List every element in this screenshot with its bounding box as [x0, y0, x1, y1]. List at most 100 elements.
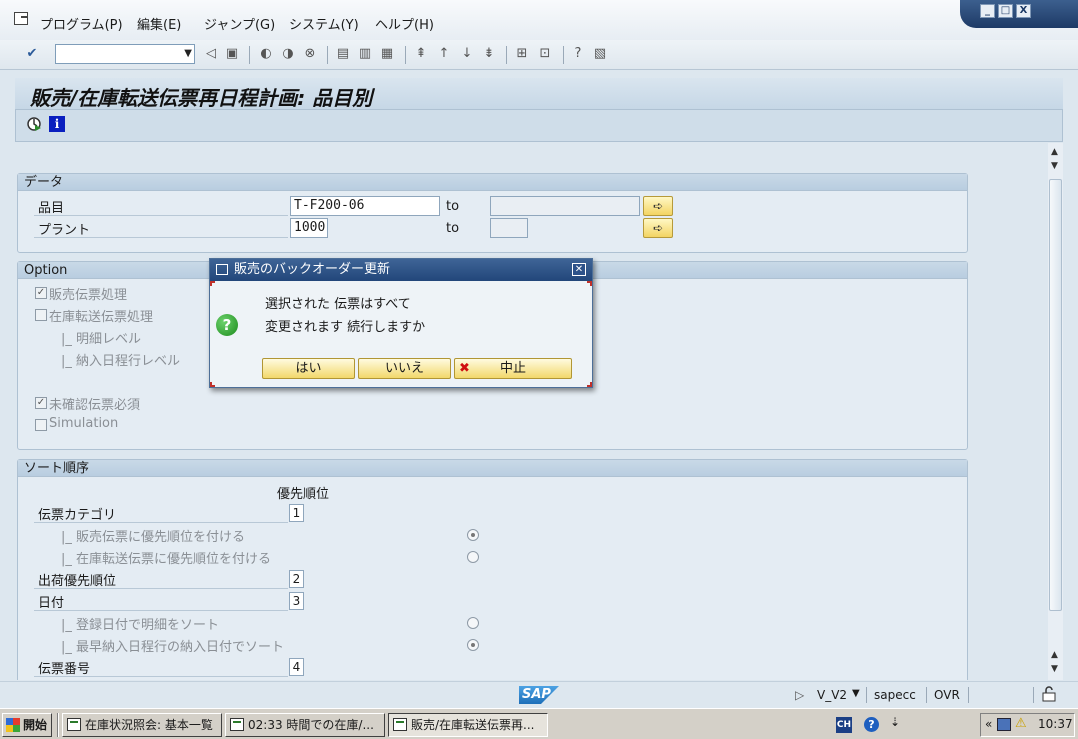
next-page-icon[interactable]: ↓	[459, 46, 475, 62]
scrollbar-thumb[interactable]	[1049, 179, 1062, 611]
yes-button[interactable]: はい	[262, 358, 355, 379]
back-icon[interactable]: ◁	[203, 46, 219, 62]
windows-logo-icon	[6, 718, 20, 732]
layout-icon[interactable]: ▧	[592, 46, 608, 62]
status-toggle-icon[interactable]: ▷	[795, 688, 804, 702]
scroll-up-icon[interactable]: ▼	[1051, 161, 1058, 171]
execute-icon[interactable]	[26, 116, 42, 132]
scroll-bottom-icon[interactable]: ▼	[1051, 664, 1058, 674]
status-divider	[968, 687, 969, 703]
dialog-message-line1: 選択された 伝票はすべて	[265, 297, 411, 312]
ime-icon[interactable]: ⇣	[890, 715, 900, 729]
simulation-checkbox[interactable]	[35, 419, 47, 431]
chevron-down-icon[interactable]: ▼	[852, 688, 860, 699]
material-to-input[interactable]	[490, 196, 640, 216]
shortcut-icon[interactable]: ⊡	[537, 46, 553, 62]
sap-window-icon	[230, 718, 244, 731]
task-label: 02:33 時間での在庫/...	[248, 718, 374, 732]
material-from-input[interactable]: T-F200-06	[290, 196, 440, 216]
doc-number-priority[interactable]: 4	[289, 658, 304, 676]
exit-icon[interactable]: ◑	[280, 46, 296, 62]
tray-expand-icon[interactable]: «	[985, 717, 992, 731]
plant-to-input[interactable]	[490, 218, 528, 238]
print-icon[interactable]: ▤	[335, 46, 351, 62]
label-underline	[34, 215, 288, 216]
label-underline	[34, 676, 288, 677]
prioritize-sales-radio[interactable]	[467, 529, 479, 541]
confirmation-dialog: 販売のバックオーダー更新 ✕ ? 選択された 伝票はすべて 変更されます 続行し…	[209, 258, 593, 388]
plant-label: プラント	[38, 223, 91, 238]
save-icon[interactable]: ▣	[224, 46, 240, 62]
vertical-scrollbar[interactable]: ▲ ▼ ▲ ▼	[1048, 143, 1063, 680]
warning-icon[interactable]: ⚠	[1015, 716, 1027, 731]
plant-from-input[interactable]: 1000	[290, 218, 328, 238]
doc-category-priority[interactable]: 1	[289, 504, 304, 522]
menu-system[interactable]: システム(Y)	[289, 14, 359, 33]
lock-icon[interactable]	[1042, 686, 1056, 702]
material-multiple-selection-button[interactable]: ➪	[643, 196, 673, 216]
command-field[interactable]: ▼	[55, 44, 195, 64]
cancel-button[interactable]: ✖ 中止	[454, 358, 572, 379]
standard-toolbar: ✔ ▼ ◁ ▣ ◐ ◑ ⊗ ▤ ▥ ▦ ⇞ ↑ ↓ ⇟ ⊞ ⊡ ? ▧	[0, 40, 1078, 70]
delivery-priority-value[interactable]: 2	[289, 570, 304, 588]
scroll-top-icon[interactable]: ▲	[1051, 147, 1058, 157]
last-page-icon[interactable]: ⇟	[481, 46, 497, 62]
maximize-button[interactable]: □	[998, 4, 1013, 18]
sort-by-created-date-radio[interactable]	[467, 617, 479, 629]
menu-program[interactable]: プログラム(P)	[40, 14, 123, 33]
page-title: 販売/在庫転送伝票再日程計画: 品目別	[30, 86, 373, 110]
label-underline	[34, 588, 288, 589]
prioritize-sales-label: |_ 販売伝票に優先順位を付ける	[61, 530, 246, 545]
dialog-title: 販売のバックオーダー更新	[234, 262, 391, 277]
info-icon[interactable]: i	[49, 116, 65, 132]
back-arrow-icon[interactable]: ◐	[258, 46, 274, 62]
sto-checkbox[interactable]	[35, 309, 47, 321]
sort-group: ソート順序 優先順位 伝票カテゴリ 1 |_ 販売伝票に優先順位を付ける |_ …	[17, 459, 968, 680]
windows-taskbar: 開始 在庫状況照会: 基本一覧 02:33 時間での在庫/... 販売/在庫転送…	[0, 708, 1078, 739]
doc-category-label: 伝票カテゴリ	[38, 508, 117, 523]
delivery-priority-label: 出荷優先順位	[38, 574, 117, 589]
task-label: 在庫状況照会: 基本一覧	[85, 718, 213, 732]
data-group-title: データ	[18, 174, 967, 191]
first-page-icon[interactable]: ⇞	[413, 46, 429, 62]
scroll-down-icon[interactable]: ▲	[1051, 650, 1058, 660]
dialog-titlebar: 販売のバックオーダー更新 ✕	[210, 259, 592, 281]
cancel-icon[interactable]: ⊗	[302, 46, 318, 62]
sap-window-icon	[67, 718, 81, 731]
prev-page-icon[interactable]: ↑	[436, 46, 452, 62]
unconfirmed-checkbox[interactable]: ✓	[35, 397, 47, 409]
close-window-button[interactable]: X	[1016, 4, 1031, 18]
dialog-close-button[interactable]: ✕	[572, 263, 586, 276]
task-stock-overview[interactable]: 在庫状況照会: 基本一覧	[62, 713, 222, 737]
help-icon[interactable]: ?	[864, 717, 879, 732]
find-icon[interactable]: ▥	[357, 46, 373, 62]
help-icon[interactable]: ?	[570, 46, 586, 62]
sales-doc-label: 販売伝票処理	[49, 288, 128, 303]
minimize-button[interactable]: _	[980, 4, 995, 18]
prioritize-sto-radio[interactable]	[467, 551, 479, 563]
sales-doc-checkbox[interactable]: ✓	[35, 287, 47, 299]
start-button[interactable]: 開始	[2, 713, 52, 737]
sort-group-title: ソート順序	[18, 460, 967, 477]
focus-corner	[587, 382, 592, 387]
window-menu-icon[interactable]	[14, 12, 28, 25]
status-bar: SAP ▷ V_V2 ▼ sapecc OVR	[0, 681, 1078, 707]
menu-help[interactable]: ヘルプ(H)	[375, 14, 434, 33]
task-stock-time[interactable]: 02:33 時間での在庫/...	[225, 713, 385, 737]
chevron-down-icon[interactable]: ▼	[184, 48, 192, 59]
menu-edit[interactable]: 編集(E)	[137, 14, 181, 33]
language-indicator[interactable]: CH	[836, 717, 852, 733]
date-priority-value[interactable]: 3	[289, 592, 304, 610]
menu-jump[interactable]: ジャンプ(G)	[204, 14, 275, 33]
find-next-icon[interactable]: ▦	[379, 46, 395, 62]
date-label: 日付	[38, 596, 65, 611]
network-icon[interactable]	[997, 718, 1011, 731]
sort-by-earliest-date-radio[interactable]	[467, 639, 479, 651]
no-button[interactable]: いいえ	[358, 358, 451, 379]
sap-logo: SAP	[519, 686, 559, 704]
new-session-icon[interactable]: ⊞	[514, 46, 530, 62]
task-reschedule[interactable]: 販売/在庫転送伝票再...	[388, 713, 548, 737]
plant-multiple-selection-button[interactable]: ➪	[643, 218, 673, 238]
enter-icon[interactable]: ✔	[24, 46, 40, 62]
menu-bar: プログラム(P) 編集(E) ジャンプ(G) システム(Y) ヘルプ(H) _ …	[0, 0, 1078, 40]
